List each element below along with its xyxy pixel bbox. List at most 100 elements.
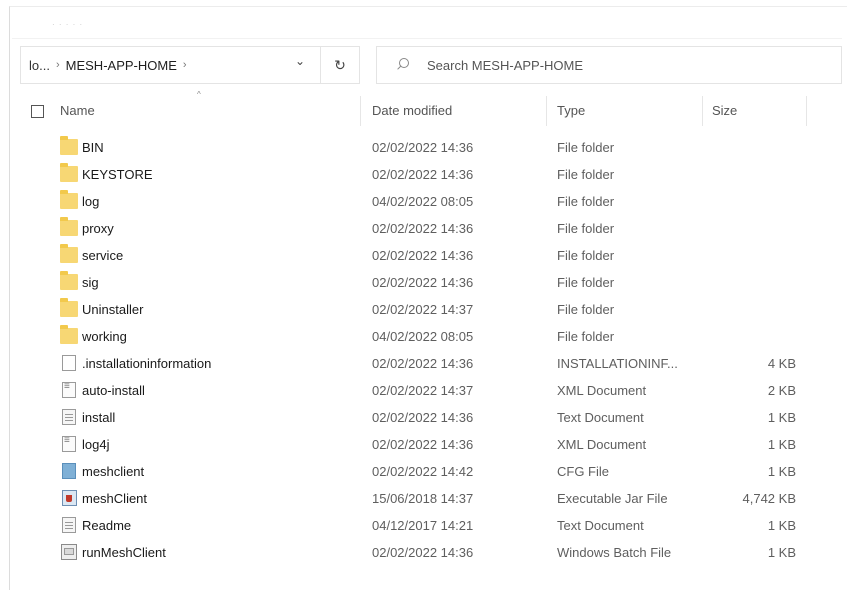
- file-name: Uninstaller: [82, 302, 144, 317]
- file-date: 02/02/2022 14:36: [372, 275, 474, 290]
- breadcrumb-separator-icon[interactable]: ›: [56, 59, 60, 71]
- file-row[interactable]: auto-install 02/02/2022 14:37 XML Docume…: [20, 377, 840, 404]
- xml-document-icon: [62, 381, 76, 398]
- jar-file-icon: [62, 490, 77, 506]
- batch-file-icon: [61, 544, 77, 560]
- column-divider[interactable]: [546, 96, 547, 126]
- file-date: 02/02/2022 14:36: [372, 140, 474, 155]
- file-type: INSTALLATIONINF...: [557, 356, 678, 371]
- file-name: service: [82, 248, 124, 263]
- file-date: 02/02/2022 14:42: [372, 464, 474, 479]
- refresh-icon: ↻: [334, 56, 346, 73]
- file-name: sig: [82, 275, 99, 290]
- folder-icon: [60, 136, 78, 155]
- file-row[interactable]: log4j 02/02/2022 14:36 XML Document 1 KB: [20, 431, 840, 458]
- file-date: 02/02/2022 14:37: [372, 383, 474, 398]
- file-size: 2 KB: [767, 383, 796, 398]
- file-list: BIN 02/02/2022 14:36 File folder KEYSTOR…: [20, 134, 840, 566]
- file-type: Text Document: [557, 518, 644, 533]
- file-name: install: [82, 410, 116, 425]
- file-row[interactable]: meshClient 15/06/2018 14:37 Executable J…: [20, 485, 840, 512]
- breadcrumb-overflow[interactable]: lo...: [29, 58, 50, 73]
- file-size: 1 KB: [767, 518, 796, 533]
- file-type: Text Document: [557, 410, 644, 425]
- file-date: 02/02/2022 14:36: [372, 167, 474, 182]
- file-date: 02/02/2022 14:36: [372, 410, 474, 425]
- file-name: Readme: [82, 518, 132, 533]
- file-name: working: [82, 329, 127, 344]
- file-type: XML Document: [557, 437, 647, 452]
- file-size: 4 KB: [767, 356, 796, 371]
- file-type: File folder: [557, 221, 615, 236]
- address-bar[interactable]: lo... › MESH-APP-HOME ›: [20, 46, 320, 84]
- cfg-file-icon: [62, 463, 76, 479]
- file-row[interactable]: service 02/02/2022 14:36 File folder: [20, 242, 840, 269]
- file-type: CFG File: [557, 464, 609, 479]
- column-header-name[interactable]: Name: [60, 103, 95, 118]
- file-row[interactable]: runMeshClient 02/02/2022 14:36 Windows B…: [20, 539, 840, 566]
- file-date: 04/02/2022 08:05: [372, 329, 474, 344]
- column-header-date-modified[interactable]: Date modified: [372, 103, 452, 118]
- file-row[interactable]: working 04/02/2022 08:05 File folder: [20, 323, 840, 350]
- file-type: XML Document: [557, 383, 647, 398]
- folder-icon: [60, 163, 78, 182]
- file-name: proxy: [82, 221, 114, 236]
- file-row[interactable]: Uninstaller 02/02/2022 14:37 File folder: [20, 296, 840, 323]
- column-divider[interactable]: [702, 96, 703, 126]
- file-size: 1 KB: [767, 437, 796, 452]
- search-input[interactable]: Search MESH-APP-HOME: [376, 46, 842, 84]
- file-date: 15/06/2018 14:37: [372, 491, 474, 506]
- breadcrumb-chevron-icon[interactable]: ›: [183, 59, 187, 71]
- file-row[interactable]: BIN 02/02/2022 14:36 File folder: [20, 134, 840, 161]
- column-divider[interactable]: [360, 96, 361, 126]
- search-icon: [395, 57, 411, 73]
- file-name: KEYSTORE: [82, 167, 153, 182]
- folder-icon: [60, 244, 78, 263]
- file-row[interactable]: KEYSTORE 02/02/2022 14:36 File folder: [20, 161, 840, 188]
- file-size: 1 KB: [767, 545, 796, 560]
- search-placeholder: Search MESH-APP-HOME: [427, 57, 584, 73]
- select-all-checkbox[interactable]: [31, 105, 44, 118]
- folder-icon: [60, 271, 78, 290]
- file-type: File folder: [557, 140, 615, 155]
- column-header-size[interactable]: Size: [712, 103, 737, 118]
- file-row[interactable]: log 04/02/2022 08:05 File folder: [20, 188, 840, 215]
- file-size: 4,742 KB: [742, 491, 797, 506]
- breadcrumb-current[interactable]: MESH-APP-HOME: [66, 58, 177, 73]
- file-name: BIN: [82, 140, 104, 155]
- file-type: File folder: [557, 302, 615, 317]
- address-history-dropdown-icon[interactable]: ⌄: [295, 54, 309, 74]
- column-divider[interactable]: [806, 96, 807, 126]
- file-row[interactable]: .installationinformation 02/02/2022 14:3…: [20, 350, 840, 377]
- folder-icon: [60, 325, 78, 344]
- file-size: 1 KB: [767, 410, 796, 425]
- file-name: log: [82, 194, 100, 209]
- file-type: Executable Jar File: [557, 491, 668, 506]
- file-type: File folder: [557, 167, 615, 182]
- toolbar-divider: [12, 38, 842, 39]
- file-type: File folder: [557, 248, 615, 263]
- file-type: Windows Batch File: [557, 545, 672, 560]
- file-row[interactable]: sig 02/02/2022 14:36 File folder: [20, 269, 840, 296]
- file-name: log4j: [82, 437, 110, 452]
- file-size: 1 KB: [767, 464, 796, 479]
- file-type: File folder: [557, 194, 615, 209]
- file-date: 02/02/2022 14:36: [372, 356, 474, 371]
- file-date: 02/02/2022 14:36: [372, 437, 474, 452]
- file-date: 02/02/2022 14:36: [372, 545, 474, 560]
- file-row[interactable]: install 02/02/2022 14:36 Text Document 1…: [20, 404, 840, 431]
- file-date: 04/02/2022 08:05: [372, 194, 474, 209]
- file-name: auto-install: [82, 383, 145, 398]
- refresh-button[interactable]: ↻: [320, 46, 360, 84]
- file-name: meshclient: [82, 464, 145, 479]
- folder-icon: [60, 298, 78, 317]
- file-row[interactable]: Readme 04/12/2017 14:21 Text Document 1 …: [20, 512, 840, 539]
- column-header-type[interactable]: Type: [557, 103, 585, 118]
- file-date: 04/12/2017 14:21: [372, 518, 474, 533]
- file-date: 02/02/2022 14:37: [372, 302, 474, 317]
- file-row[interactable]: meshclient 02/02/2022 14:42 CFG File 1 K…: [20, 458, 840, 485]
- folder-icon: [60, 217, 78, 236]
- file-row[interactable]: proxy 02/02/2022 14:36 File folder: [20, 215, 840, 242]
- text-document-icon: [62, 517, 76, 533]
- file-type: File folder: [557, 329, 615, 344]
